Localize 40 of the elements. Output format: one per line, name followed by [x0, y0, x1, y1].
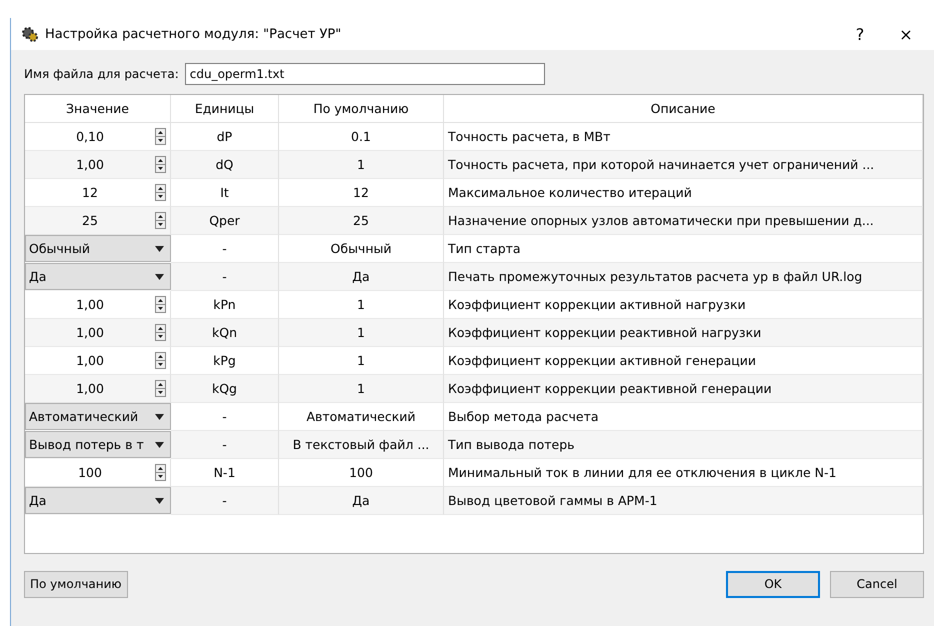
dropdown[interactable]: Вывод потерь в т	[25, 431, 171, 458]
spin-field[interactable]: 12	[25, 179, 166, 206]
spin-field[interactable]: 25	[25, 207, 166, 234]
spin-field[interactable]: 1,00	[25, 291, 166, 318]
spin-arrows-icon[interactable]	[155, 352, 166, 369]
ok-button[interactable]: OK	[726, 570, 820, 598]
close-button[interactable]: ×	[886, 20, 926, 48]
window-title: Настройка расчетного модуля: "Расчет УР"	[45, 26, 342, 42]
caret-icon	[155, 414, 164, 420]
caret-icon	[155, 274, 164, 280]
caret-icon	[155, 498, 164, 504]
dropdown[interactable]: Да	[25, 487, 171, 514]
spin-arrows-icon[interactable]	[155, 296, 166, 313]
spin-arrows-icon[interactable]	[155, 324, 166, 341]
spin-arrows-icon[interactable]	[155, 128, 166, 145]
dropdown[interactable]: Обычный	[25, 235, 171, 262]
dropdown[interactable]: Автоматический	[25, 403, 171, 430]
spin-arrows-icon[interactable]	[155, 212, 166, 229]
spin-field[interactable]: 1,00	[25, 319, 166, 346]
spin-arrows-icon[interactable]	[155, 156, 166, 173]
caret-icon	[155, 246, 164, 252]
caret-icon	[155, 442, 164, 448]
field-label: Имя файла для расчета:	[24, 67, 179, 81]
file-name-field[interactable]: cdu_operm1.txt	[184, 63, 545, 85]
table-cell: -	[171, 487, 279, 515]
gear-icon	[21, 25, 39, 43]
spin-field[interactable]: 1,00	[25, 151, 166, 178]
dropdown[interactable]: Да	[25, 263, 171, 290]
spin-arrows-icon[interactable]	[155, 184, 166, 201]
help-button[interactable]: ?	[840, 20, 880, 48]
spin-field[interactable]: 1,00	[25, 347, 166, 374]
defaults-button[interactable]: По умолчанию	[24, 570, 128, 598]
spin-field[interactable]: 100	[25, 459, 166, 486]
spin-field[interactable]: 0,10	[25, 123, 166, 150]
table-cell: Вывод цветовой гаммы в АРМ-1	[444, 487, 923, 515]
table-cell: Да	[279, 487, 444, 515]
spin-field[interactable]: 1,00	[25, 375, 166, 402]
spin-arrows-icon[interactable]	[155, 380, 166, 397]
spin-arrows-icon[interactable]	[155, 464, 166, 481]
cancel-button[interactable]: Cancel	[830, 570, 924, 598]
